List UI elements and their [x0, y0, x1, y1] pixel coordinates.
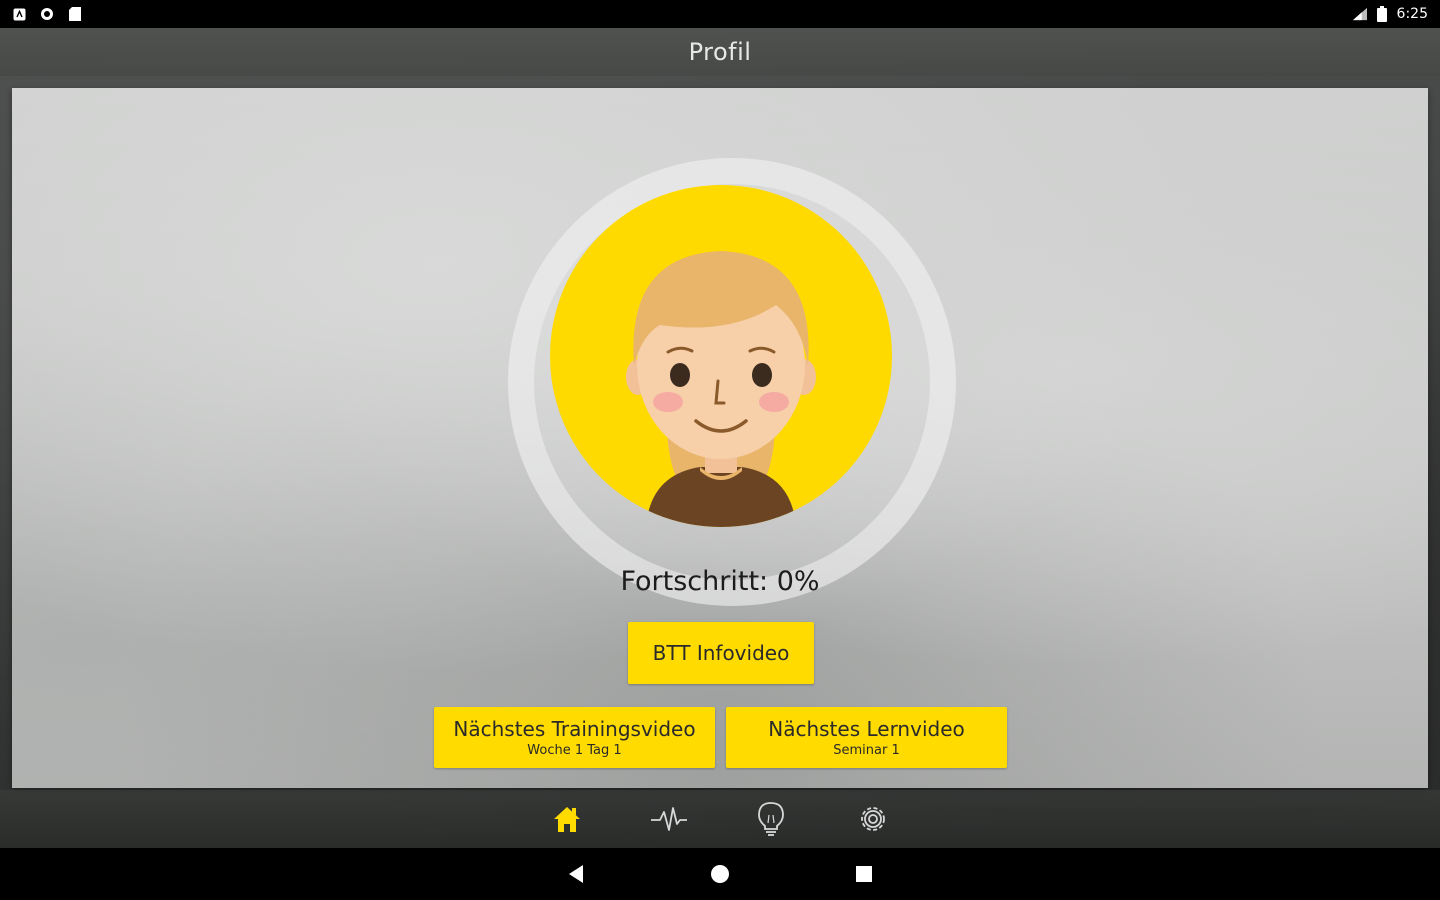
girl-avatar-icon	[626, 251, 816, 527]
sync-icon	[40, 7, 54, 21]
home-circle-icon	[711, 865, 729, 883]
info-video-label: BTT Infovideo	[652, 641, 790, 665]
back-button[interactable]	[558, 856, 594, 892]
nav-activity[interactable]	[618, 790, 720, 848]
avatar	[550, 185, 892, 527]
nav-home[interactable]	[516, 790, 618, 848]
home-button[interactable]	[702, 856, 738, 892]
status-right-icons: 6:25	[1352, 6, 1428, 22]
next-learn-video-button[interactable]: Nächstes Lernvideo Seminar 1	[726, 707, 1007, 768]
back-icon	[569, 865, 583, 883]
home-icon	[554, 807, 580, 832]
status-left-icons	[12, 7, 82, 21]
settings-icon	[861, 807, 885, 831]
page-title: Profil	[688, 38, 752, 66]
system-navigation-bar	[0, 848, 1440, 900]
next-training-title: Nächstes Trainingsvideo	[453, 716, 696, 741]
sd-card-icon	[68, 7, 82, 21]
status-time: 6:25	[1396, 6, 1428, 22]
signal-icon	[1352, 7, 1367, 21]
activity-icon	[651, 807, 687, 831]
top-app-bar: Profil	[0, 28, 1440, 76]
recents-icon	[856, 866, 872, 882]
notification-a-icon	[12, 7, 26, 21]
status-bar: 6:25	[0, 0, 1440, 28]
nav-settings[interactable]	[822, 790, 924, 848]
app-screen: Profil Fortschritt: 0% BTT Infovideo Näc…	[0, 28, 1440, 848]
nav-ideas[interactable]	[720, 790, 822, 848]
recents-button[interactable]	[846, 856, 882, 892]
info-video-button[interactable]: BTT Infovideo	[628, 622, 814, 684]
next-training-subtitle: Woche 1 Tag 1	[527, 742, 622, 758]
profile-card: Fortschritt: 0% BTT Infovideo Nächstes T…	[12, 88, 1428, 788]
battery-icon	[1375, 6, 1389, 22]
next-learn-subtitle: Seminar 1	[833, 742, 900, 758]
next-learn-title: Nächstes Lernvideo	[768, 716, 965, 741]
bottom-navigation	[0, 790, 1440, 848]
progress-label: Fortschritt: 0%	[620, 566, 820, 597]
next-training-video-button[interactable]: Nächstes Trainingsvideo Woche 1 Tag 1	[434, 707, 715, 768]
lightbulb-icon	[758, 802, 784, 836]
